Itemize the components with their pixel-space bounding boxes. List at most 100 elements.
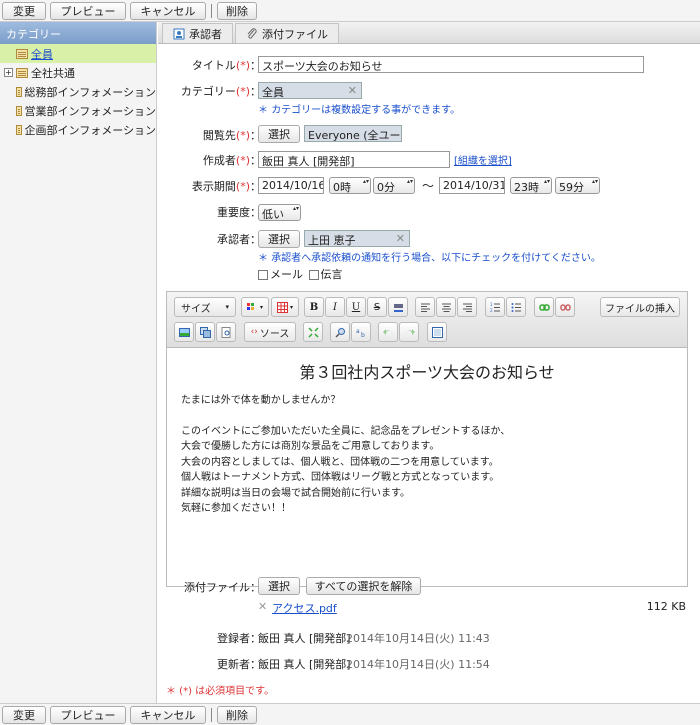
mail-checkbox[interactable] — [258, 270, 268, 280]
approver-select-button[interactable]: 選択 — [258, 230, 300, 248]
strikethrough-button[interactable]: S — [367, 297, 387, 317]
sidebar-item-general-affairs[interactable]: 総務部インフォメーション — [0, 82, 156, 101]
document-search-icon — [221, 326, 230, 338]
sidebar-item-sales[interactable]: 営業部インフォメーション — [0, 101, 156, 120]
author-input[interactable]: 飯田 真人 [開発部] — [258, 151, 450, 168]
approver-icon — [173, 28, 185, 39]
start-date-input[interactable]: 2014/10/16 — [258, 177, 324, 194]
attachment-select-button[interactable]: 選択 — [258, 577, 300, 595]
priority-select[interactable]: 低い — [258, 204, 301, 221]
tab-approver[interactable]: 承認者 — [162, 23, 233, 43]
unlink-button[interactable] — [555, 297, 575, 317]
title-input[interactable]: スポーツ大会のお知らせ — [258, 56, 644, 73]
link-icon — [538, 303, 550, 311]
replace-icon: ab — [356, 328, 365, 338]
category-note: ＊ カテゴリーは複数設定する事ができます。 — [258, 105, 461, 116]
text-color-button[interactable]: ▾ — [241, 297, 269, 317]
tab-bar: 承認者 添付ファイル — [158, 22, 700, 44]
unordered-list-icon — [511, 302, 521, 312]
tab-attachments[interactable]: 添付ファイル — [235, 23, 339, 43]
paperclip-icon — [247, 27, 257, 39]
editor-line: 大会で優勝した方には商別な景品をご用意しております。 — [181, 441, 440, 452]
folder-icon — [16, 48, 28, 59]
change-button[interactable]: 変更 — [2, 705, 46, 724]
rich-text-editor: サイズ ▾ ▾ ▾ B I U S 12 ファイルの挿入 ‹› ソース ab 第… — [166, 291, 688, 587]
expand-icon[interactable]: + — [4, 68, 13, 77]
template-button[interactable] — [427, 322, 447, 342]
title-label: タイトル(*) — [191, 59, 250, 72]
palette-icon — [246, 302, 254, 310]
sidebar-item-all[interactable]: 全員 — [0, 44, 156, 63]
main-panel: 承認者 添付ファイル タイトル(*) ： スポーツ大会のお知らせ カテゴリー(*… — [158, 22, 700, 703]
required-note: ＊ (*) は必須項目です。 — [166, 686, 275, 697]
maximize-button[interactable] — [303, 322, 323, 342]
delete-button[interactable]: 削除 — [217, 1, 257, 20]
insert-file-button[interactable]: ファイルの挿入 — [600, 297, 680, 317]
folder-icon — [16, 86, 22, 97]
attachment-link[interactable]: アクセス.pdf — [272, 600, 337, 616]
end-date-input[interactable]: 2014/10/31 — [439, 177, 505, 194]
align-right-button[interactable] — [457, 297, 477, 317]
updated-user: 飯田 真人 [開発部] — [258, 658, 351, 671]
message-checkbox[interactable] — [308, 270, 319, 280]
align-left-icon — [420, 303, 430, 312]
updated-label: 更新者 — [217, 658, 250, 671]
redo-button[interactable] — [399, 322, 419, 342]
preview-button[interactable]: プレビュー — [50, 1, 126, 20]
select-organization-link[interactable]: [組織を選択] — [454, 152, 512, 167]
emoticon-button[interactable] — [195, 322, 215, 342]
editor-line: 個人戦はトーナメント方式、団体戦はリーグ戦と方式となっています。 — [181, 472, 500, 483]
unordered-list-button[interactable] — [506, 297, 526, 317]
underline-button[interactable]: U — [346, 297, 366, 317]
cancel-button[interactable]: キャンセル — [130, 705, 206, 724]
source-button[interactable]: ‹› ソース — [244, 322, 296, 342]
clear-selection-button[interactable]: すべての選択を解除 — [306, 577, 421, 595]
folder-icon — [16, 67, 28, 78]
highlight-button[interactable] — [388, 297, 408, 317]
align-center-icon — [441, 303, 451, 312]
remove-icon[interactable]: ✕ — [348, 84, 357, 97]
viewers-select-button[interactable]: 選択 — [258, 125, 300, 143]
bottom-toolbar: 変更 プレビュー キャンセル 削除 — [0, 703, 700, 725]
find-button[interactable] — [330, 322, 350, 342]
editor-line: 大会の内容としましては、個人戦と、団体戦の二つを用意しています。 — [181, 456, 499, 468]
period-row: 表示期間(*) ： 2014/10/16 0時 0分 〜 2014/10/31 … — [158, 176, 700, 196]
sidebar-item-planning[interactable]: 企画部インフォメーション — [0, 120, 156, 139]
align-center-button[interactable] — [436, 297, 456, 317]
editor-line: たまには外で体を動かしませんか？ — [181, 394, 341, 406]
folder-icon — [16, 105, 22, 116]
folder-icon — [16, 124, 22, 135]
toolbar-separator — [211, 707, 212, 722]
updated-row: 更新者 ： 飯田 真人 [開発部] 2014年10月14日(火) 11:54 — [217, 658, 490, 671]
undo-button[interactable] — [378, 322, 398, 342]
bold-button[interactable]: B — [304, 297, 324, 317]
delete-button[interactable]: 削除 — [217, 705, 257, 724]
tab-label: 承認者 — [189, 27, 222, 41]
align-left-button[interactable] — [415, 297, 435, 317]
preview-button[interactable]: プレビュー — [50, 705, 126, 724]
end-hour-select[interactable]: 23時 — [510, 177, 552, 194]
editor-toolbar: サイズ ▾ ▾ ▾ B I U S 12 ファイルの挿入 ‹› ソース ab — [167, 292, 687, 348]
editor-content[interactable]: 第３回社内スポーツ大会のお知らせ たまには外で体を動かしませんか？ このイベント… — [167, 348, 687, 535]
registered-user: 飯田 真人 [開発部] — [258, 632, 351, 645]
start-minute-select[interactable]: 0分 — [373, 177, 415, 194]
sidebar-item-company[interactable]: + 全社共通 — [0, 63, 156, 82]
remove-attachment-icon[interactable]: ✕ — [258, 600, 267, 613]
viewers-chip: Everyone (全ユー… — [304, 125, 402, 142]
image-button[interactable] — [174, 322, 194, 342]
end-minute-select[interactable]: 59分 — [555, 177, 600, 194]
cancel-button[interactable]: キャンセル — [130, 1, 206, 20]
notify-options: メール 伝言 — [258, 266, 343, 282]
approver-label: 承認者 — [217, 233, 250, 246]
preview-doc-button[interactable] — [216, 322, 236, 342]
link-button[interactable] — [534, 297, 554, 317]
italic-button[interactable]: I — [325, 297, 345, 317]
remove-icon[interactable]: ✕ — [396, 232, 405, 245]
sidebar-item-label[interactable]: 全員 — [31, 46, 53, 62]
ordered-list-button[interactable]: 12 — [485, 297, 505, 317]
start-hour-select[interactable]: 0時 — [329, 177, 371, 194]
change-button[interactable]: 変更 — [2, 1, 46, 20]
table-button[interactable]: ▾ — [271, 297, 299, 317]
replace-button[interactable]: ab — [351, 322, 371, 342]
font-size-select[interactable]: サイズ ▾ — [174, 297, 236, 317]
